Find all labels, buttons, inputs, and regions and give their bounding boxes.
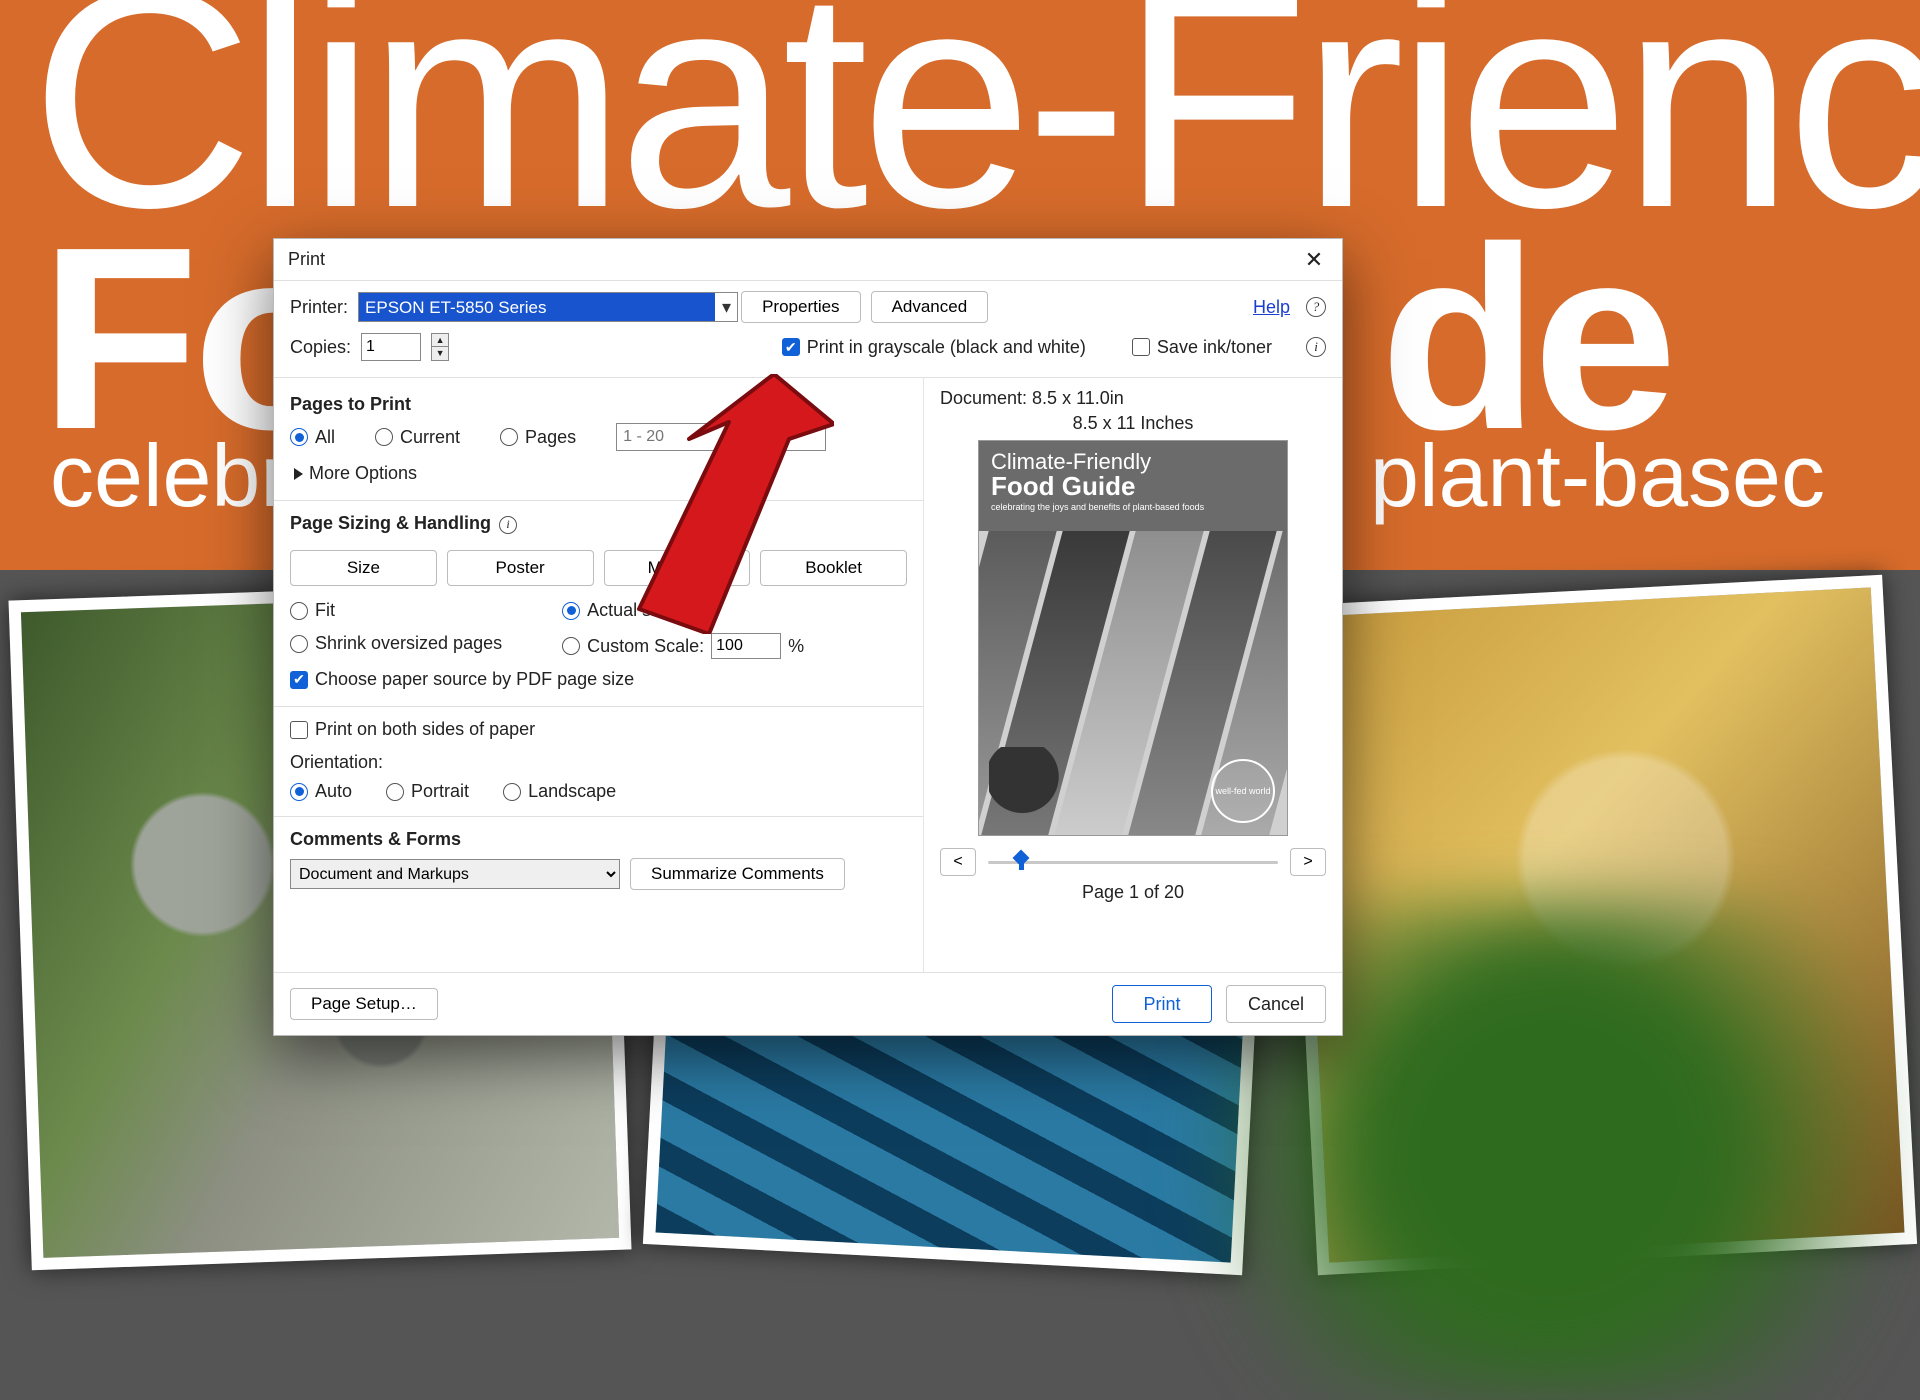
help-info-icon[interactable]: ? bbox=[1306, 297, 1326, 317]
radio-icon bbox=[386, 783, 404, 801]
pages-all-radio[interactable]: All bbox=[290, 427, 335, 448]
preview-slider[interactable] bbox=[988, 852, 1278, 872]
radio-icon bbox=[503, 783, 521, 801]
radio-icon bbox=[290, 428, 308, 446]
pages-heading: Pages to Print bbox=[290, 394, 907, 415]
advanced-button[interactable]: Advanced bbox=[871, 291, 989, 323]
grayscale-checkbox[interactable]: ✔ bbox=[782, 338, 800, 356]
sizing-heading: Page Sizing & Handling bbox=[290, 513, 491, 534]
shrink-radio[interactable]: Shrink oversized pages bbox=[290, 633, 502, 654]
orientation-landscape-radio[interactable]: Landscape bbox=[503, 781, 616, 802]
cancel-button[interactable]: Cancel bbox=[1226, 985, 1326, 1023]
duplex-row[interactable]: Print on both sides of paper bbox=[290, 719, 907, 740]
bg-subtitle-left: celebr bbox=[50, 425, 290, 527]
preview-next-button[interactable]: > bbox=[1290, 848, 1326, 876]
grayscale-label: Print in grayscale (black and white) bbox=[807, 337, 1086, 358]
sizing-info-icon[interactable]: i bbox=[499, 516, 517, 534]
radio-icon bbox=[290, 783, 308, 801]
orientation-auto-radio[interactable]: Auto bbox=[290, 781, 352, 802]
radio-icon bbox=[375, 428, 393, 446]
dialog-titlebar: Print ✕ bbox=[274, 239, 1342, 281]
summarize-comments-button[interactable]: Summarize Comments bbox=[630, 858, 845, 890]
tab-multiple[interactable]: Multiple bbox=[604, 550, 751, 586]
triangle-right-icon bbox=[294, 468, 303, 480]
preview-logo-icon: well-fed world bbox=[1211, 759, 1275, 823]
spinner-down-icon[interactable]: ▼ bbox=[432, 347, 448, 360]
choose-source-checkbox[interactable]: ✔ bbox=[290, 671, 308, 689]
properties-button[interactable]: Properties bbox=[741, 291, 860, 323]
printer-select[interactable]: EPSON ET-5850 Series bbox=[358, 292, 738, 322]
tab-poster[interactable]: Poster bbox=[447, 550, 594, 586]
fit-radio[interactable]: Fit bbox=[290, 600, 502, 621]
save-ink-checkbox[interactable] bbox=[1132, 338, 1150, 356]
custom-scale-radio[interactable]: Custom Scale: % bbox=[562, 633, 804, 659]
preview-subtitle: celebrating the joys and benefits of pla… bbox=[991, 502, 1275, 512]
printer-label: Printer: bbox=[290, 297, 348, 318]
dialog-title: Print bbox=[288, 249, 325, 270]
help-link[interactable]: Help bbox=[1253, 297, 1290, 318]
bg-subtitle-right: plant-basec bbox=[1370, 425, 1825, 527]
page-indicator: Page 1 of 20 bbox=[940, 882, 1326, 903]
print-preview: Climate-Friendly Food Guide celebrating … bbox=[978, 440, 1288, 836]
radio-icon bbox=[562, 602, 580, 620]
comments-heading: Comments & Forms bbox=[290, 829, 907, 850]
preview-title-bold: Food Guide bbox=[991, 471, 1275, 502]
actual-size-radio[interactable]: Actual size bbox=[562, 600, 804, 621]
preview-grapes-icon bbox=[989, 747, 1063, 821]
save-ink-checkbox-row[interactable]: Save ink/toner bbox=[1132, 337, 1272, 358]
preview-prev-button[interactable]: < bbox=[940, 848, 976, 876]
save-ink-info-icon[interactable]: i bbox=[1306, 337, 1326, 357]
print-dialog: Print ✕ Printer: EPSON ET-5850 Series ▾ … bbox=[273, 238, 1343, 1036]
tab-booklet[interactable]: Booklet bbox=[760, 550, 907, 586]
radio-icon bbox=[500, 428, 518, 446]
more-options-toggle[interactable]: More Options bbox=[294, 463, 907, 484]
save-ink-label: Save ink/toner bbox=[1157, 337, 1272, 358]
page-dimensions: 8.5 x 11 Inches bbox=[940, 413, 1326, 434]
comments-select[interactable]: Document and Markups bbox=[290, 859, 620, 889]
orientation-heading: Orientation: bbox=[290, 752, 907, 773]
custom-scale-input[interactable] bbox=[711, 633, 781, 659]
copies-label: Copies: bbox=[290, 337, 351, 358]
print-button[interactable]: Print bbox=[1112, 985, 1212, 1023]
pages-current-radio[interactable]: Current bbox=[375, 427, 460, 448]
close-button[interactable]: ✕ bbox=[1300, 247, 1328, 273]
copies-input[interactable] bbox=[361, 333, 421, 361]
spinner-up-icon[interactable]: ▲ bbox=[432, 334, 448, 347]
grayscale-checkbox-row[interactable]: ✔ Print in grayscale (black and white) bbox=[782, 337, 1086, 358]
document-dimensions: Document: 8.5 x 11.0in bbox=[940, 388, 1326, 409]
orientation-portrait-radio[interactable]: Portrait bbox=[386, 781, 469, 802]
duplex-checkbox[interactable] bbox=[290, 721, 308, 739]
tab-size[interactable]: Size bbox=[290, 550, 437, 586]
choose-source-row[interactable]: ✔ Choose paper source by PDF page size bbox=[290, 669, 907, 690]
radio-icon bbox=[290, 635, 308, 653]
top-controls: Printer: EPSON ET-5850 Series ▾ Properti… bbox=[274, 281, 1342, 378]
pages-range-input[interactable] bbox=[616, 423, 826, 451]
pages-range-radio[interactable]: Pages bbox=[500, 427, 576, 448]
slider-thumb-icon[interactable] bbox=[1012, 852, 1030, 872]
radio-icon bbox=[562, 637, 580, 655]
radio-icon bbox=[290, 602, 308, 620]
copies-spinner[interactable]: ▲ ▼ bbox=[431, 333, 449, 361]
page-setup-button[interactable]: Page Setup… bbox=[290, 988, 438, 1020]
